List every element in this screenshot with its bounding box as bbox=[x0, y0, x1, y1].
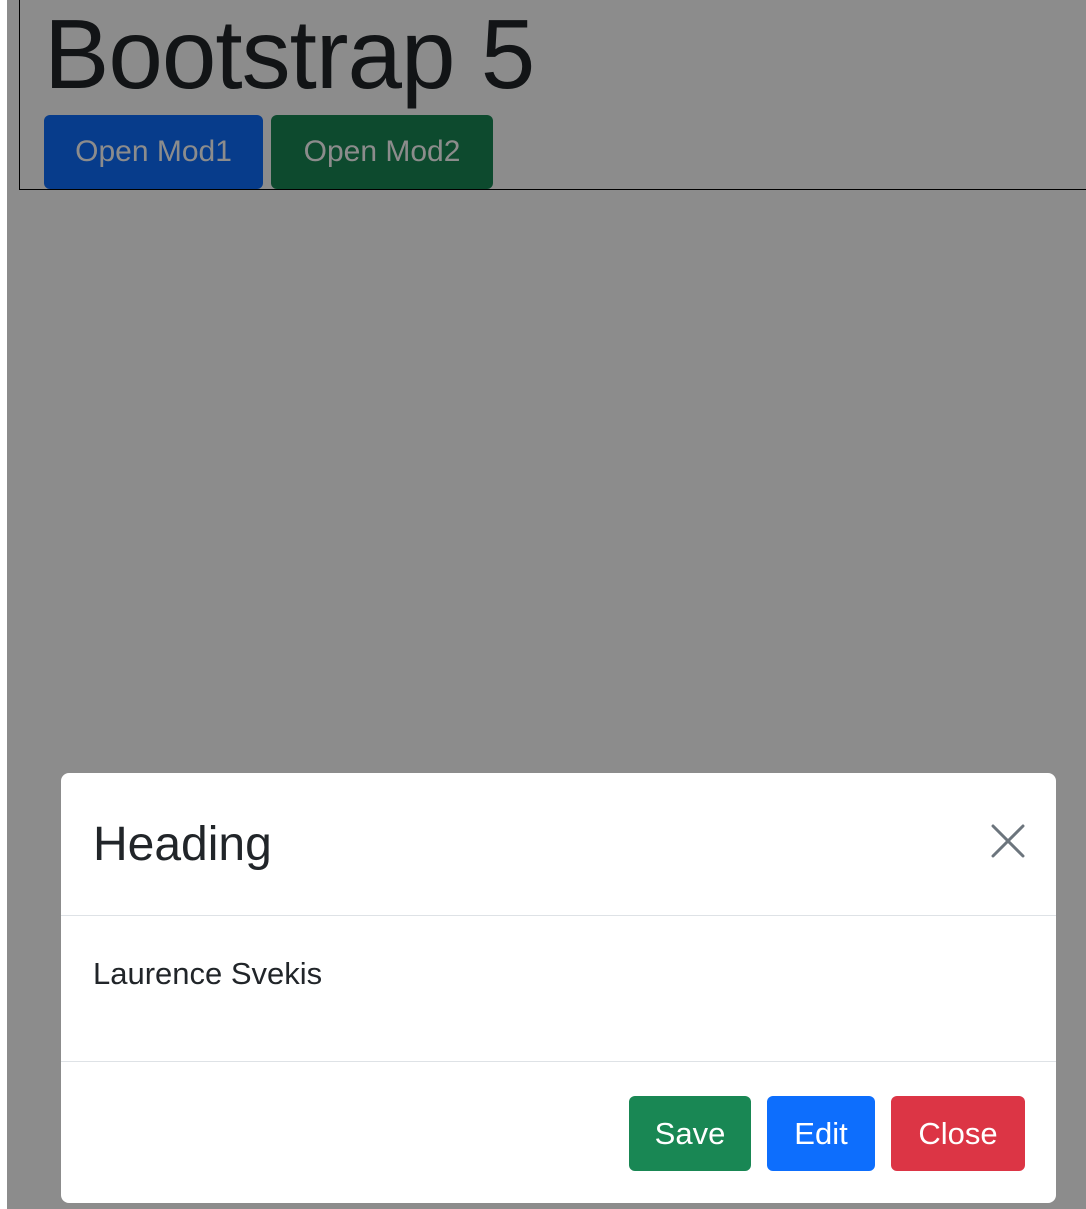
close-button[interactable]: Close bbox=[891, 1096, 1025, 1171]
modal-header: Heading bbox=[61, 773, 1056, 916]
modal-body-text: Laurence Svekis bbox=[93, 956, 323, 991]
modal-dialog: Heading Laurence Svekis Save Edit Close bbox=[61, 773, 1056, 1203]
modal-title: Heading bbox=[93, 818, 272, 871]
modal-footer: Save Edit Close bbox=[61, 1062, 1056, 1203]
close-icon bbox=[991, 824, 1025, 858]
viewport-edge bbox=[0, 0, 7, 1209]
save-button[interactable]: Save bbox=[629, 1096, 751, 1171]
modal-close-button[interactable] bbox=[988, 821, 1028, 861]
modal-body: Laurence Svekis bbox=[61, 916, 1056, 1062]
edit-button[interactable]: Edit bbox=[767, 1096, 875, 1171]
